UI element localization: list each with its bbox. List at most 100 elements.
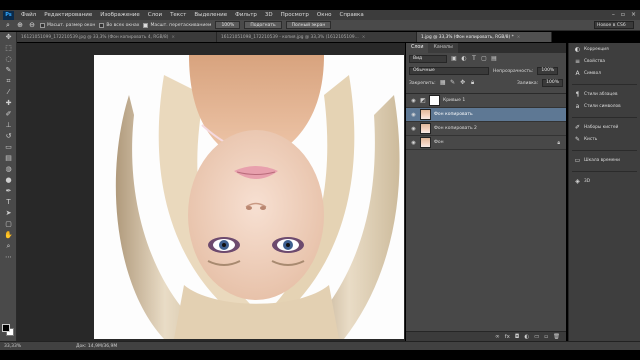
adjustments-icon: ◐	[574, 45, 581, 53]
visibility-eye-icon[interactable]: ◉	[410, 112, 417, 118]
blend-mode-select[interactable]: Обычные	[409, 67, 489, 75]
document-tab[interactable]: 16121051098_172210539 - копия.jpg @ 33,3…	[217, 32, 417, 42]
all-windows-checkbox[interactable]: Во всех окнах	[99, 22, 139, 28]
checkbox-box[interactable]	[99, 22, 105, 28]
zoom-out-icon[interactable]: ⊖	[28, 21, 36, 29]
menu-filter[interactable]: Фильтр	[231, 12, 261, 18]
menu-view[interactable]: Просмотр	[277, 12, 313, 18]
menu-image[interactable]: Изображение	[96, 12, 144, 18]
dock-character[interactable]: A Символ	[569, 67, 640, 79]
healing-brush-icon[interactable]: ✚	[0, 98, 17, 109]
gradient-tool-icon[interactable]: ▤	[0, 153, 17, 164]
layer-row-selected[interactable]: ◉ Фон копировать	[406, 108, 566, 122]
lock-all-icon[interactable]: 🔒︎	[470, 80, 476, 86]
image-filter-icon[interactable]: ▣	[451, 56, 457, 62]
foreground-color-swatch[interactable]	[2, 324, 10, 332]
marquee-tool-icon[interactable]: ⬚	[0, 43, 17, 54]
menu-select[interactable]: Выделение	[190, 12, 231, 18]
layer-style-icon[interactable]: fx	[505, 334, 510, 340]
close-icon[interactable]: ×	[631, 11, 636, 18]
dock-paragraph-styles[interactable]: ¶ Стили абзацев	[569, 88, 640, 100]
clone-stamp-icon[interactable]: ⊥	[0, 120, 17, 131]
canvas-area[interactable]	[17, 43, 405, 341]
dock-timeline[interactable]: ▭ Шкала времени	[569, 154, 640, 166]
lock-row: Закрепить: ▦ ✎ ✥ 🔒︎ Заливка: 100%	[406, 77, 566, 89]
smart-object-filter-icon[interactable]: ▤	[491, 56, 497, 62]
eyedropper-tool-icon[interactable]: ⁄	[0, 87, 17, 98]
close-tab-icon[interactable]: ×	[517, 35, 521, 40]
document-tab[interactable]: 16121051099_172210539.jpg @ 33,3% (Фон к…	[17, 32, 217, 42]
brush-tool-icon[interactable]: ✐	[0, 109, 17, 120]
blur-tool-icon[interactable]: ◍	[0, 164, 17, 175]
delete-layer-icon[interactable]: 🗑︎	[553, 334, 560, 340]
maximize-icon[interactable]: ▫	[621, 11, 625, 18]
dock-properties[interactable]: ≡ Свойства	[569, 55, 640, 67]
layer-row[interactable]: ◉ Фон копировать 2	[406, 122, 566, 136]
menu-file[interactable]: Файл	[17, 12, 40, 18]
layer-row[interactable]: ◉ ◩ Кривые 1	[406, 94, 566, 108]
menu-type[interactable]: Текст	[166, 12, 190, 18]
checkbox-box[interactable]	[40, 22, 45, 28]
zoom-100-button[interactable]: 100%	[215, 21, 241, 29]
resize-windows-checkbox[interactable]: Масшт. размер окон	[40, 22, 95, 28]
path-select-icon[interactable]: ➤	[0, 208, 17, 219]
menu-edit[interactable]: Редактирование	[40, 12, 96, 18]
shape-tool-icon[interactable]: ▢	[0, 219, 17, 230]
visibility-eye-icon[interactable]: ◉	[410, 140, 417, 146]
document-canvas[interactable]	[94, 55, 404, 339]
checkbox-box[interactable]	[143, 22, 149, 28]
lock-paint-icon[interactable]: ✎	[450, 80, 456, 86]
lock-pixels-icon[interactable]: ▦	[440, 80, 446, 86]
eraser-tool-icon[interactable]: ▭	[0, 142, 17, 153]
visibility-eye-icon[interactable]: ◉	[410, 126, 417, 132]
type-filter-icon[interactable]: T	[471, 56, 477, 62]
dock-3d[interactable]: ◈ 3D	[569, 175, 640, 187]
zoom-in-icon[interactable]: ⊕	[16, 21, 24, 29]
workspace-select[interactable]: Новое в CS6	[594, 21, 634, 29]
zoom-level[interactable]: 33,33%	[0, 344, 40, 349]
fill-input[interactable]: 100%	[542, 79, 563, 87]
menu-window[interactable]: Окно	[313, 12, 336, 18]
quick-select-tool-icon[interactable]: ✎	[0, 65, 17, 76]
lock-move-icon[interactable]: ✥	[460, 80, 466, 86]
properties-icon: ≡	[574, 57, 581, 65]
lasso-tool-icon[interactable]: ◌	[0, 54, 17, 65]
tab-layers[interactable]: Слои	[406, 43, 429, 53]
zoom-tool-icon[interactable]: ⌕	[4, 21, 12, 29]
dock-adjustments[interactable]: ◐ Коррекция	[569, 43, 640, 55]
menu-3d[interactable]: 3D	[261, 12, 277, 18]
type-tool-icon[interactable]: T	[0, 197, 17, 208]
scrubby-zoom-checkbox[interactable]: Масшт. перетаскиванием	[143, 22, 211, 28]
menu-help[interactable]: Справка	[335, 12, 367, 18]
new-layer-icon[interactable]: ▫	[544, 334, 548, 340]
fit-screen-button[interactable]: Подогнать	[244, 21, 282, 29]
layer-row[interactable]: ◉ Фон 🔒︎	[406, 136, 566, 150]
dock-character-styles[interactable]: a Стили символов	[569, 100, 640, 112]
adjustment-filter-icon[interactable]: ◐	[461, 56, 467, 62]
hand-tool-icon[interactable]: ✋	[0, 230, 17, 241]
history-brush-icon[interactable]: ↺	[0, 131, 17, 142]
zoom-tool-icon[interactable]: ⌕	[0, 241, 17, 252]
close-tab-icon[interactable]: ×	[362, 35, 366, 40]
dock-brush-presets[interactable]: ✐ Наборы кистей	[569, 121, 640, 133]
link-layers-icon[interactable]: ∞	[495, 334, 500, 340]
dodge-tool-icon[interactable]: ●	[0, 175, 17, 186]
kind-filter-select[interactable]: Вид	[409, 55, 447, 63]
opacity-input[interactable]: 100%	[537, 67, 559, 75]
close-tab-icon[interactable]: ×	[171, 35, 175, 40]
shape-filter-icon[interactable]: ▢	[481, 56, 487, 62]
add-mask-icon[interactable]: ◘	[515, 334, 519, 340]
move-tool-icon[interactable]: ✥	[0, 32, 17, 43]
new-adjustment-icon[interactable]: ◐	[524, 334, 529, 340]
more-tools-icon[interactable]: ⋯	[0, 252, 17, 263]
dock-brush[interactable]: ✎ Кисть	[569, 133, 640, 145]
crop-tool-icon[interactable]: ⌗	[0, 76, 17, 87]
visibility-eye-icon[interactable]: ◉	[410, 98, 417, 104]
new-group-icon[interactable]: ▭	[534, 334, 539, 340]
fill-screen-button[interactable]: Полный экран	[285, 21, 332, 29]
menu-layers[interactable]: Слои	[144, 12, 166, 18]
tab-channels[interactable]: Каналы	[428, 43, 458, 53]
minimize-icon[interactable]: –	[612, 11, 615, 18]
pen-tool-icon[interactable]: ✒	[0, 186, 17, 197]
document-tab-active[interactable]: 1.jpg @ 33,3% (Фон копировать, RGB/8) * ×	[417, 32, 552, 42]
